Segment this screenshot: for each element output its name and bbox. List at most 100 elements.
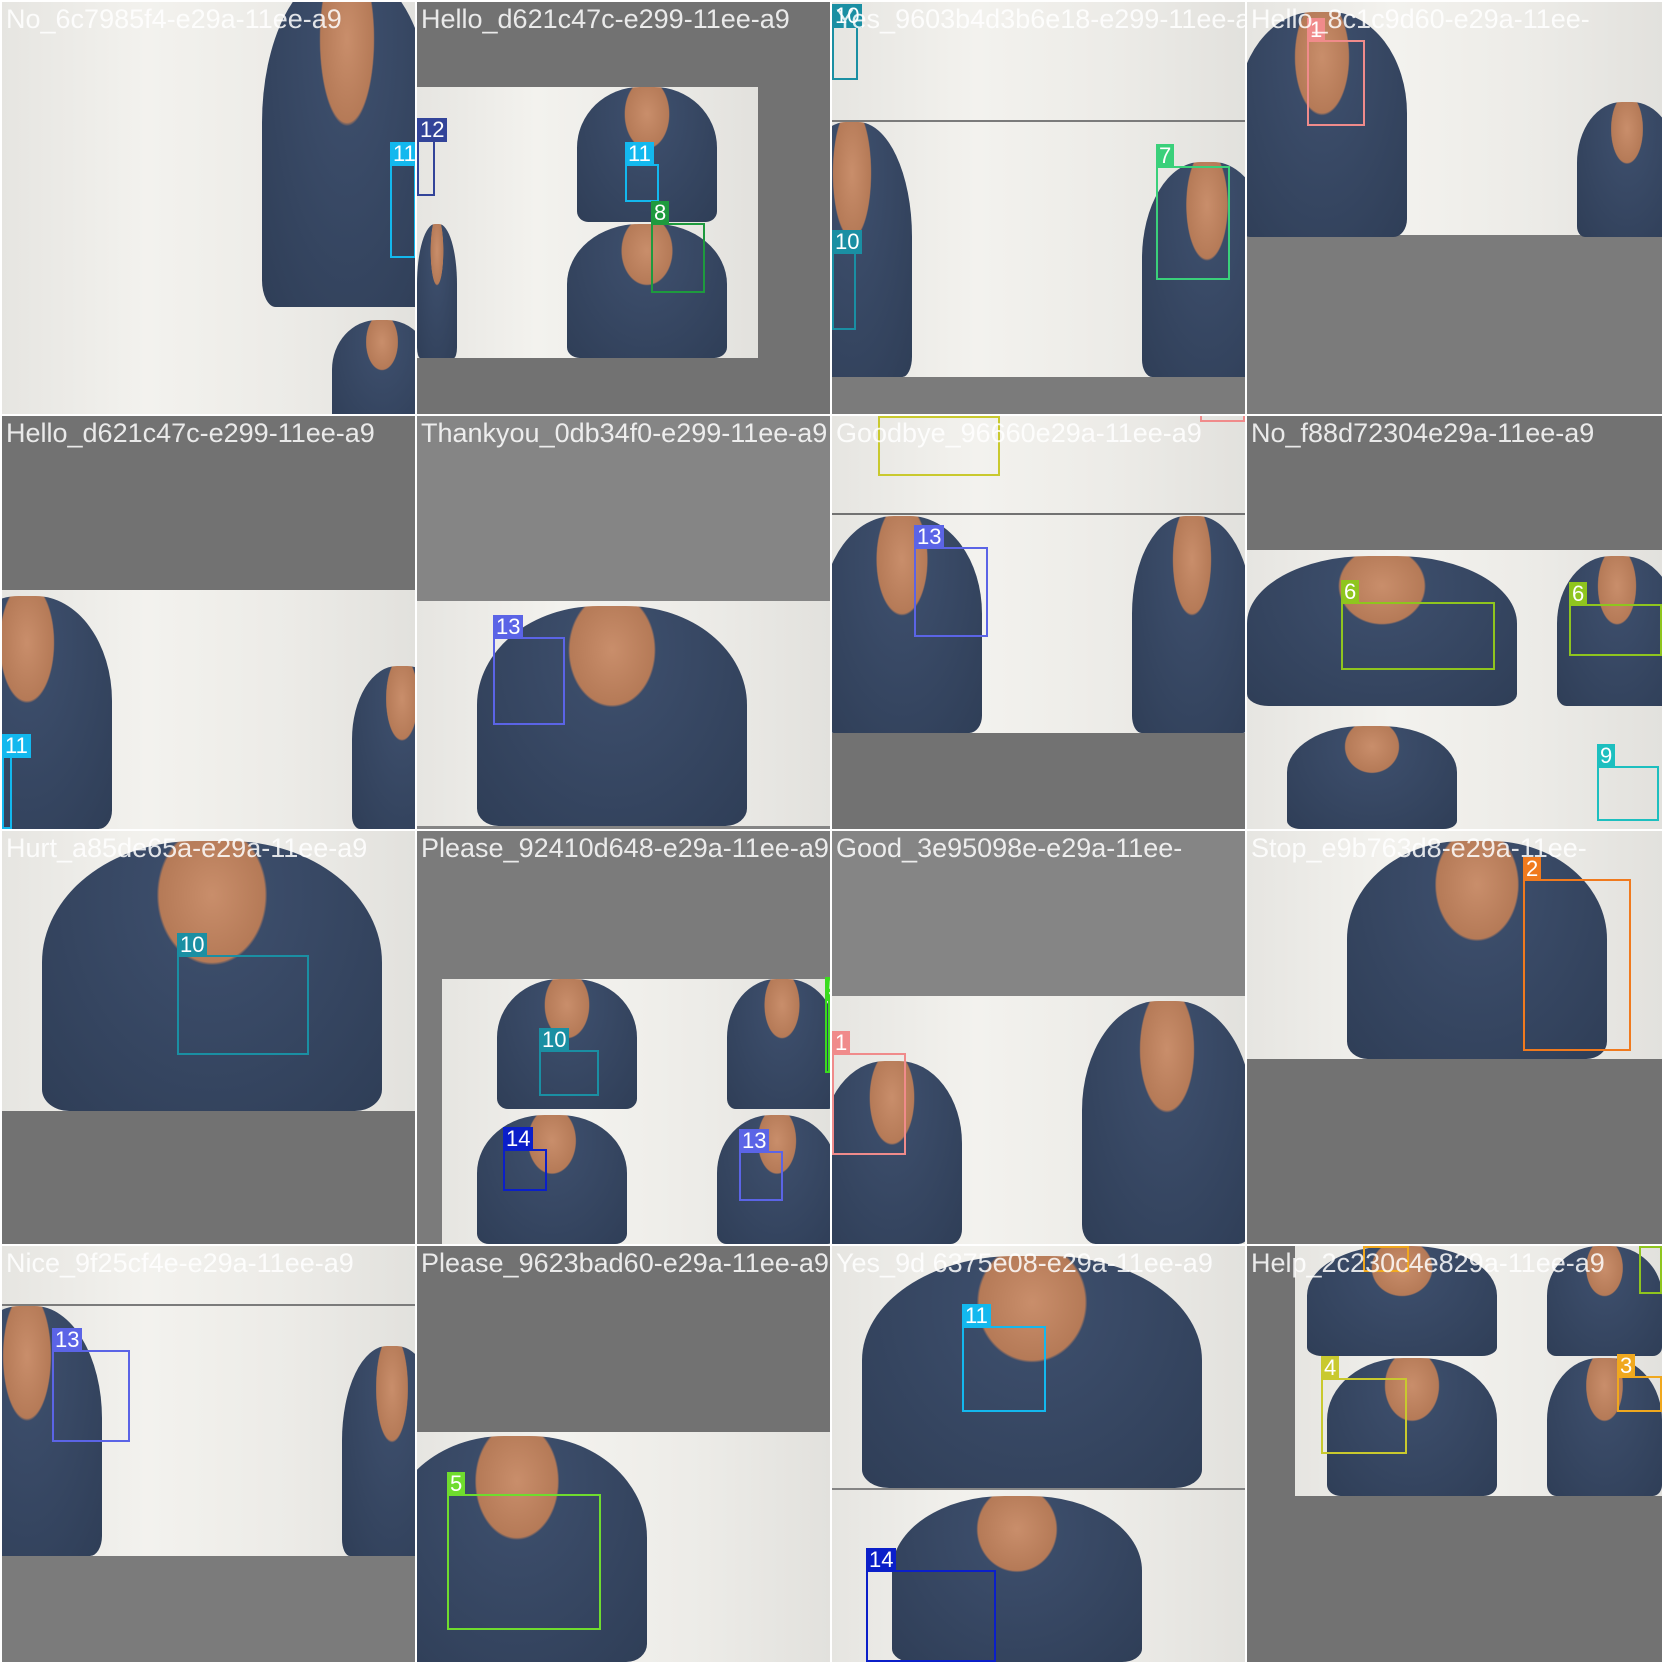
box-label: 2 — [1523, 857, 1542, 881]
mosaic-cell: 10 Hurt_a85de65a-e29a-11ee-a9 — [2, 831, 415, 1244]
detection-box: 3 — [1617, 1354, 1662, 1412]
detection-box: 10 — [539, 1028, 599, 1096]
box-label: 13 — [914, 525, 945, 549]
detection-box: 7 — [1156, 144, 1230, 280]
box-label: 6 — [1569, 582, 1588, 606]
detection-box: 10 — [177, 933, 309, 1055]
grid-divider — [415, 0, 417, 1664]
detection-box: 14 — [503, 1127, 547, 1191]
mosaic-cell: 13 Nice_9f25cf4e-e29a-11ee-a9 — [2, 1246, 415, 1662]
detection-box: 3 — [1363, 1246, 1409, 1272]
person — [1082, 1001, 1245, 1244]
box-label: 4 — [1321, 1356, 1340, 1380]
image-filename: Good_3e95098e-e29a-11ee- — [836, 833, 1183, 863]
detection-box: 10 — [832, 230, 863, 330]
image-filename: Please_9623bad60-e29a-11ee-a9 — [421, 1248, 829, 1278]
box-label: 5 — [447, 1472, 466, 1496]
frame-image — [2, 1246, 415, 1304]
box-label: 14 — [503, 1127, 534, 1151]
mosaic-cell: 11 14 Yes_9d 6375e08-e29a-11ee-a9 — [832, 1246, 1245, 1662]
box-label: 10 — [539, 1028, 570, 1052]
person — [342, 1346, 415, 1556]
frame-image — [832, 2, 1245, 120]
image-filename: Please_92410d648-e29a-11ee-a9 — [421, 833, 829, 863]
person — [727, 979, 830, 1109]
person — [332, 320, 415, 414]
mosaic-cell: 12 11 8 Hello_d621c47c-e299-11ee-a9 — [417, 2, 830, 414]
detection-box: 8 — [651, 201, 705, 293]
box-label: 13 — [739, 1129, 770, 1153]
grid-divider — [0, 1244, 1664, 1246]
person — [1132, 516, 1245, 733]
detection-box: 9 — [1597, 744, 1659, 821]
detection-box: 6 — [1569, 582, 1662, 656]
box-label: 3 — [1363, 1246, 1382, 1248]
image-filename: Hello_d621c47c-e299-11ee-a9 — [6, 418, 375, 448]
box-label: 12 — [417, 118, 448, 142]
detection-box: 1 — [1200, 416, 1245, 422]
detection-box: 6 — [1639, 1246, 1662, 1294]
mosaic-cell: 11 Hello_d621c47c-e299-11ee-a9 — [2, 416, 415, 829]
detection-box: 1 — [1307, 18, 1365, 126]
person — [477, 1115, 627, 1244]
image-filename: Thankyou_0db34f0-e299-11ee-a9 — [421, 418, 828, 448]
detection-box: 5 — [447, 1472, 601, 1630]
box-label: 13 — [493, 615, 524, 639]
box-label: 1 — [1307, 18, 1326, 42]
detection-box: 4 — [878, 416, 1000, 476]
box-label: 13 — [52, 1328, 83, 1352]
box-label: 10 — [832, 4, 863, 28]
detection-box: 11 — [962, 1304, 1046, 1412]
box-label: 6 — [1341, 580, 1360, 604]
detection-box: 12 — [417, 118, 448, 196]
detection-box: 13 — [493, 615, 565, 725]
box-label: 11 — [2, 734, 31, 758]
mosaic-cell: 1 Good_3e95098e-e29a-11ee- — [832, 831, 1245, 1244]
box-label: 6 — [1639, 1246, 1658, 1248]
grid-divider — [0, 414, 1664, 416]
box-label: 3 — [1617, 1354, 1636, 1378]
mosaic-cell: 2 Stop_e9b763d8-e29a-11ee- — [1247, 831, 1662, 1244]
detection-box: 11 — [2, 734, 31, 829]
detection-box: 2 — [1523, 857, 1631, 1051]
image-filename: Hello_d621c47c-e299-11ee-a9 — [421, 4, 790, 34]
mosaic-cell: 12 11 No_6c7985f4-e29a-11ee-a9 — [2, 2, 415, 414]
box-label: 9 — [1597, 744, 1616, 768]
detection-box: 13 — [739, 1129, 783, 1201]
box-label: 11 — [625, 142, 654, 166]
detection-mosaic: 12 11 No_6c7985f4-e29a-11ee-a9 12 11 8 H… — [0, 0, 1664, 1664]
detection-box: 13 — [914, 525, 988, 637]
box-label: 1 — [832, 1031, 851, 1055]
detection-box: 11 — [625, 142, 659, 202]
detection-box: 13 — [52, 1328, 130, 1442]
box-label: 7 — [1156, 144, 1175, 168]
mosaic-cell: 1 Hello_8c1c9d60-e29a-11ee- — [1247, 2, 1662, 414]
detection-box: 14 — [866, 1548, 996, 1662]
detection-box: 4 — [1321, 1356, 1407, 1454]
box-label: 11 — [390, 142, 415, 166]
detection-box: 1 — [832, 1031, 906, 1155]
box-label: 10 — [177, 933, 208, 957]
mosaic-cell: 6 6 9 No_f88d72304e29a-11ee-a9 — [1247, 416, 1662, 829]
detection-box: 10 — [832, 4, 863, 80]
box-label: 8 — [651, 201, 670, 225]
box-label: 4 — [878, 416, 897, 418]
detection-box: 6 — [1341, 580, 1495, 670]
person — [1287, 726, 1457, 829]
mosaic-cell: 13 Thankyou_0db34f0-e299-11ee-a9 — [417, 416, 830, 829]
mosaic-cell: 10 7 10 Yes_9603b4d3b6e18-e299-11ee-a — [832, 2, 1245, 414]
grid-divider — [0, 829, 1664, 831]
mosaic-cell: 4 1 13 Goodbye_96660e29a-11ee-a9 — [832, 416, 1245, 829]
grid-divider — [1245, 0, 1247, 1664]
grid-divider — [830, 0, 832, 1664]
box-label: 10 — [832, 230, 863, 254]
mosaic-cell: 5 Please_9623bad60-e29a-11ee-a9 — [417, 1246, 830, 1662]
person — [417, 224, 457, 358]
mosaic-cell: 3 6 4 3 Help_2c230c4e829a-11ee-a9 — [1247, 1246, 1662, 1662]
person — [1577, 102, 1662, 237]
detection-box: 11 — [390, 142, 415, 258]
box-label: 14 — [866, 1548, 897, 1572]
mosaic-cell: 10 5 14 13 Please_92410d648-e29a-11ee-a9 — [417, 831, 830, 1244]
box-label: 11 — [962, 1304, 991, 1328]
image-filename: No_f88d72304e29a-11ee-a9 — [1251, 418, 1595, 448]
